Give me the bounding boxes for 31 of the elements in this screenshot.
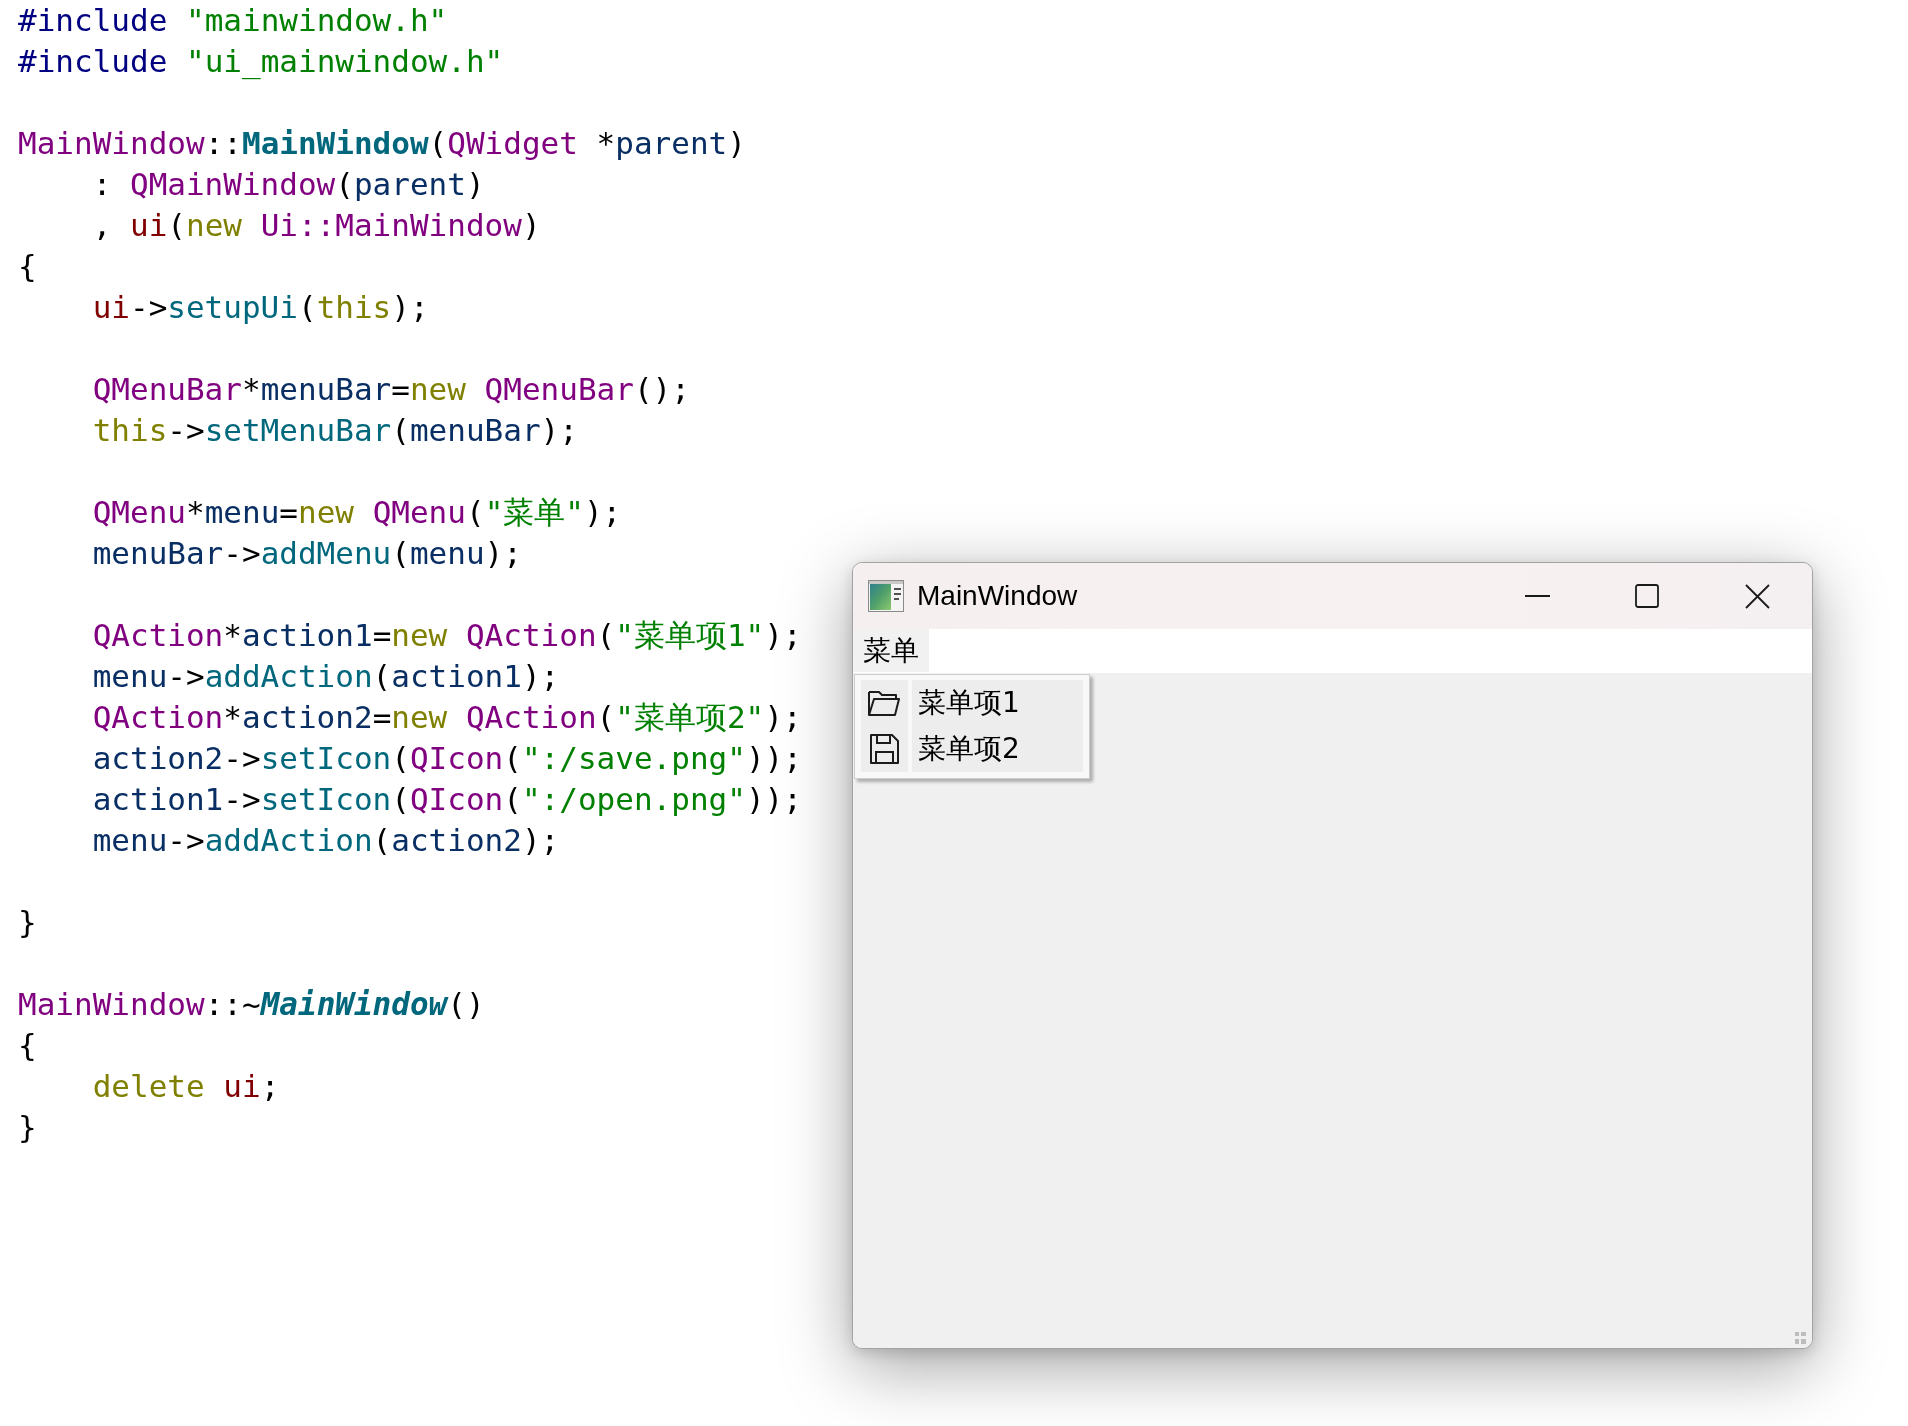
- menu-bar-item[interactable]: 菜单: [853, 629, 929, 672]
- code-line: menu->addAction(action1);: [92, 657, 560, 696]
- code-line: QAction*action1=new QAction("菜单项1");: [92, 616, 802, 655]
- app-window-icon: [868, 580, 904, 612]
- code-line: MainWindow::~MainWindow(): [18, 985, 485, 1024]
- code-line: this->setMenuBar(menuBar);: [92, 411, 578, 450]
- code-line: menu->addAction(action2);: [92, 821, 560, 860]
- code-line: delete ui;: [92, 1067, 280, 1106]
- code-line: ui->setupUi(this);: [92, 288, 429, 327]
- menu-item[interactable]: 菜单项2: [861, 726, 1083, 772]
- code-line: #include "mainwindow.h": [18, 1, 448, 40]
- code-line: #include "ui_mainwindow.h": [18, 42, 504, 82]
- menu-item[interactable]: 菜单项1: [861, 680, 1083, 726]
- code-line: }: [18, 1108, 37, 1147]
- code-line: , ui(new Ui::MainWindow): [92, 206, 541, 245]
- code-line: QMenu*menu=new QMenu("菜单");: [92, 493, 622, 532]
- code-line: }: [18, 903, 37, 942]
- code-line: action2->setIcon(QIcon(":/save.png"));: [92, 739, 802, 778]
- window-title: MainWindow: [917, 580, 1078, 612]
- size-grip-icon[interactable]: [1795, 1332, 1806, 1344]
- code-line: {: [18, 247, 37, 286]
- minimize-icon: [1524, 595, 1550, 597]
- code-line: QMenuBar*menuBar=new QMenuBar();: [92, 370, 690, 409]
- code-line: {: [18, 1026, 37, 1065]
- close-icon: [1744, 583, 1770, 609]
- code-line: QAction*action2=new QAction("菜单项2");: [92, 698, 802, 737]
- code-line: : QMainWindow(parent): [92, 165, 485, 204]
- code-line: MainWindow::MainWindow(QWidget *parent): [18, 124, 746, 163]
- code-line: action1->setIcon(QIcon(":/open.png"));: [92, 780, 802, 819]
- maximize-icon: [1635, 584, 1659, 608]
- code-line: menuBar->addMenu(menu);: [92, 534, 522, 573]
